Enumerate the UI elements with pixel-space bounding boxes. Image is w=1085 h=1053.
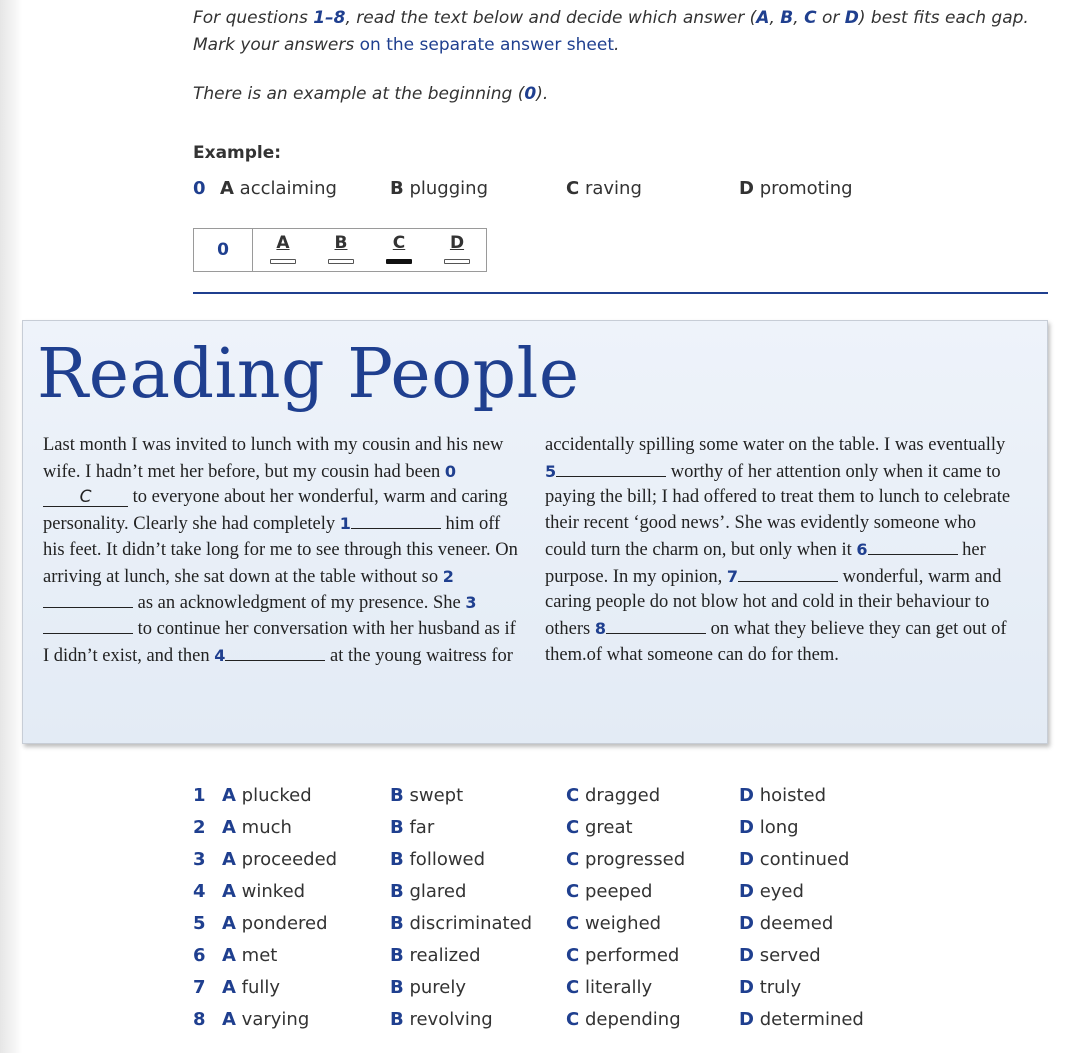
- option-7b[interactable]: B purely: [390, 977, 466, 998]
- example-grid-number: 0: [194, 229, 253, 271]
- gap-1[interactable]: [350, 512, 441, 530]
- example-number: 0: [193, 178, 206, 199]
- gap-0-answer: C: [43, 488, 128, 508]
- option-2a[interactable]: A much: [222, 817, 292, 838]
- answer-mark-d: [444, 259, 470, 264]
- option-5d[interactable]: D deemed: [739, 913, 833, 934]
- example-answer-grid: 0 A B C D: [193, 228, 487, 272]
- option-1d[interactable]: D hoisted: [739, 785, 826, 806]
- option-8a[interactable]: A varying: [222, 1009, 309, 1030]
- option-8c[interactable]: C depending: [566, 1009, 681, 1030]
- option-1b[interactable]: B swept: [390, 785, 463, 806]
- option-6d[interactable]: D served: [739, 945, 821, 966]
- section-divider: [193, 292, 1048, 294]
- example-option-c: C raving: [566, 178, 642, 199]
- option-8d[interactable]: D determined: [739, 1009, 864, 1030]
- gap-3[interactable]: [43, 617, 133, 634]
- option-4b[interactable]: B glared: [390, 881, 466, 902]
- option-7c[interactable]: C literally: [566, 977, 652, 998]
- option-7d[interactable]: D truly: [739, 977, 801, 998]
- answer-mark-c-filled: [386, 259, 412, 264]
- instructions-line-1: For questions 1–8, read the text below a…: [193, 8, 1029, 55]
- option-6b[interactable]: B realized: [390, 945, 481, 966]
- option-4d[interactable]: D eyed: [739, 881, 804, 902]
- passage-column-2: accidentally spilling some water on the …: [545, 435, 1011, 665]
- option-2d[interactable]: D long: [739, 817, 799, 838]
- gap-2[interactable]: [43, 591, 133, 609]
- example-option-b: B plugging: [390, 178, 488, 199]
- option-5a[interactable]: A pondered: [222, 913, 328, 934]
- option-1c[interactable]: C dragged: [566, 785, 660, 806]
- answer-mark-b: [328, 259, 354, 264]
- option-2c[interactable]: C great: [566, 817, 633, 838]
- option-4c[interactable]: C peeped: [566, 881, 652, 902]
- option-3d[interactable]: D continued: [739, 849, 849, 870]
- answer-mark-a: [270, 259, 296, 264]
- instructions-line-2: There is an example at the beginning (0)…: [193, 84, 549, 104]
- gap-4[interactable]: [225, 644, 326, 661]
- gap-7[interactable]: [738, 565, 839, 582]
- option-6c[interactable]: C performed: [566, 945, 679, 966]
- option-2b[interactable]: B far: [390, 817, 434, 838]
- option-5b[interactable]: B discriminated: [390, 913, 532, 934]
- question-range: 1–8: [313, 8, 346, 28]
- option-7a[interactable]: A fully: [222, 977, 280, 998]
- example-option-a: A acclaiming: [220, 178, 337, 199]
- option-6a[interactable]: A met: [222, 945, 277, 966]
- option-1a[interactable]: A plucked: [222, 785, 312, 806]
- option-3b[interactable]: B followed: [390, 849, 485, 870]
- gap-8[interactable]: [605, 617, 706, 634]
- option-3c[interactable]: C progressed: [566, 849, 685, 870]
- grid-option-d[interactable]: D: [442, 233, 472, 264]
- option-3a[interactable]: A proceeded: [222, 849, 337, 870]
- gap-5[interactable]: [556, 460, 667, 477]
- grid-option-a[interactable]: A: [268, 233, 298, 264]
- grid-option-c[interactable]: C: [384, 233, 414, 264]
- answer-sheet-link: on the separate answer sheet: [359, 35, 614, 55]
- passage-title: Reading People: [37, 335, 580, 414]
- option-5c[interactable]: C weighed: [566, 913, 661, 934]
- option-4a[interactable]: A winked: [222, 881, 305, 902]
- passage-column-1: Last month I was invited to lunch with m…: [43, 435, 518, 666]
- example-heading: Example:: [193, 143, 282, 163]
- page-edge-shadow: [0, 0, 22, 1053]
- example-option-d: D promoting: [739, 178, 853, 199]
- gap-6[interactable]: [867, 538, 958, 555]
- grid-option-b[interactable]: B: [326, 233, 356, 264]
- option-8b[interactable]: B revolving: [390, 1009, 493, 1030]
- reading-passage-panel: Reading People Last month I was invited …: [22, 320, 1048, 744]
